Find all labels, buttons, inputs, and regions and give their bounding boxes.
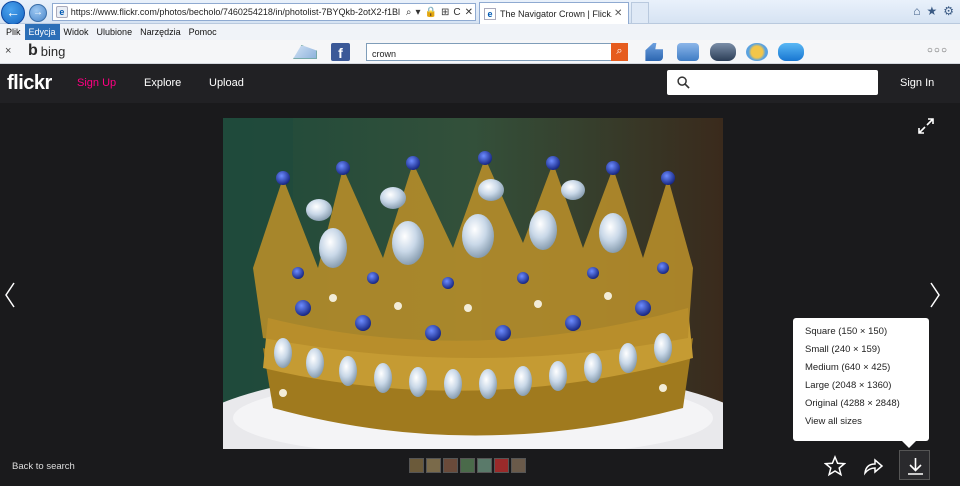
address-search-icon[interactable]: ⌕ <box>406 7 412 18</box>
signup-link[interactable]: Sign Up <box>77 77 116 89</box>
compat-view-icon[interactable]: ⊞ <box>441 7 449 18</box>
tab-favicon-icon: e <box>484 7 496 20</box>
flickr-logo[interactable]: flickr <box>7 72 52 95</box>
tab-close-icon[interactable]: ✕ <box>614 8 622 19</box>
share-icon[interactable] <box>862 455 884 477</box>
download-sizes-menu: Square (150 × 150) Small (240 × 159) Med… <box>793 318 929 448</box>
menu-tools[interactable]: Narzędzia <box>136 24 185 40</box>
expand-icon[interactable] <box>917 117 935 135</box>
refresh-icon[interactable]: C <box>453 7 460 18</box>
size-large-option[interactable]: Large (2048 × 1360) <box>805 378 929 396</box>
crown-photo <box>223 118 723 449</box>
flickr-favicon-icon: e <box>56 6 68 18</box>
thumbnail[interactable] <box>443 458 458 473</box>
flickr-header: flickr Sign Up Explore Upload Sign In <box>0 64 960 103</box>
mail-icon[interactable] <box>293 45 317 59</box>
address-url[interactable]: https://www.flickr.com/photos/becholo/74… <box>71 7 404 17</box>
thumbnail[interactable] <box>426 458 441 473</box>
signin-link[interactable]: Sign In <box>900 77 934 89</box>
browser-tab[interactable]: e The Navigator Crown | Flick... ✕ <box>479 2 629 24</box>
bing-b-icon: b <box>28 42 38 59</box>
size-original-option[interactable]: Original (4288 × 2848) <box>805 396 929 414</box>
download-icon <box>908 458 923 475</box>
bing-toolbar: × b bing f ⌕ ○○○ <box>0 40 960 64</box>
menu-edit[interactable]: Edycja <box>24 24 60 40</box>
size-small-option[interactable]: Small (240 × 159) <box>805 342 929 360</box>
search-icon <box>677 76 690 89</box>
menu-favorites[interactable]: Ulubione <box>93 24 137 40</box>
thumbnail[interactable] <box>477 458 492 473</box>
chevron-left-icon[interactable] <box>4 281 16 309</box>
facebook-icon[interactable]: f <box>331 43 350 61</box>
tab-title: The Navigator Crown | Flick... <box>500 8 612 19</box>
bing-wordmark: bing <box>40 43 66 59</box>
browser-icons: ⌂ ★ ⚙ <box>913 4 954 18</box>
forward-button[interactable]: → <box>29 4 47 22</box>
back-to-search-link[interactable]: Back to search <box>12 461 75 472</box>
new-tab-button[interactable] <box>631 2 649 24</box>
chevron-right-icon[interactable] <box>929 281 941 309</box>
menu-view[interactable]: Widok <box>60 24 93 40</box>
lock-icon[interactable]: 🔒 <box>425 7 437 18</box>
bing-logo[interactable]: b bing <box>28 43 65 59</box>
toolbar-close-icon[interactable]: × <box>5 45 11 57</box>
upload-link[interactable]: Upload <box>209 77 244 89</box>
media-icon[interactable] <box>710 43 736 61</box>
flickr-search-input[interactable] <box>667 70 878 95</box>
address-bar[interactable]: e https://www.flickr.com/photos/becholo/… <box>52 3 476 21</box>
chat-icon[interactable] <box>677 43 699 61</box>
thumbnail[interactable] <box>511 458 526 473</box>
photostream-thumbnails <box>409 458 526 473</box>
stop-icon[interactable]: ✕ <box>465 7 473 18</box>
back-button[interactable]: ← <box>1 1 25 25</box>
browser-titlebar: ← → e https://www.flickr.com/photos/bech… <box>0 0 960 25</box>
bing-search-input[interactable] <box>367 46 607 62</box>
bing-search-go-icon[interactable]: ⌕ <box>611 43 628 61</box>
star-icon[interactable] <box>824 455 846 477</box>
tools-gear-icon[interactable]: ⚙ <box>943 4 954 18</box>
thumbnail[interactable] <box>409 458 424 473</box>
address-dropdown-icon[interactable]: ▾ <box>416 7 421 18</box>
bing-search-box[interactable]: ⌕ <box>366 43 628 62</box>
menu-caret <box>902 441 916 448</box>
menu-help[interactable]: Pomoc <box>185 24 221 40</box>
thumbnail[interactable] <box>460 458 475 473</box>
home-icon[interactable]: ⌂ <box>913 4 920 18</box>
weather-icon[interactable] <box>746 43 768 61</box>
menu-bar: Plik Edycja Widok Ulubione Narzędzia Pom… <box>0 24 960 40</box>
favorites-star-icon[interactable]: ★ <box>926 4 937 18</box>
toolbar-more-icon[interactable]: ○○○ <box>927 45 948 56</box>
download-button[interactable] <box>899 450 930 480</box>
size-medium-option[interactable]: Medium (640 × 425) <box>805 360 929 378</box>
photo-viewer: Square (150 × 150) Small (240 × 159) Med… <box>0 103 960 486</box>
view-all-sizes-link[interactable]: View all sizes <box>805 414 929 432</box>
explore-link[interactable]: Explore <box>144 77 181 89</box>
like-icon[interactable] <box>645 43 663 61</box>
thumbnail[interactable] <box>494 458 509 473</box>
menu-file[interactable]: Plik <box>2 24 25 40</box>
skype-icon[interactable] <box>778 43 804 61</box>
size-square-option[interactable]: Square (150 × 150) <box>805 324 929 342</box>
